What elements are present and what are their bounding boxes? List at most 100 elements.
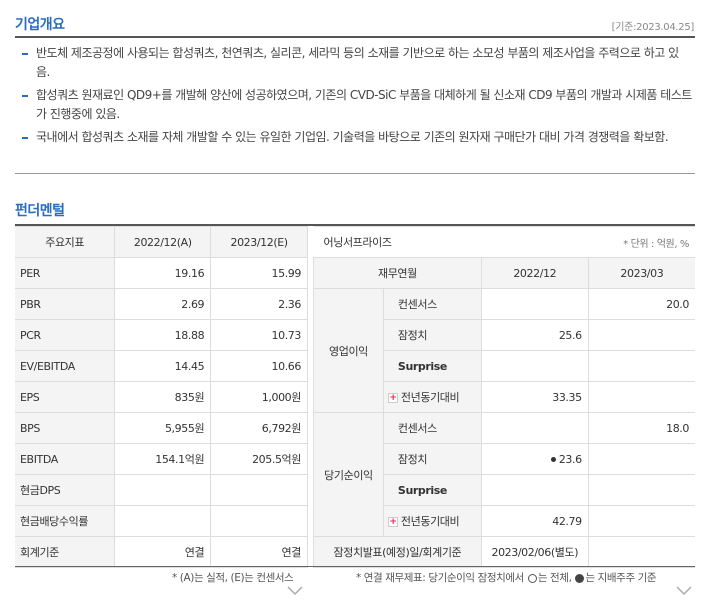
unit-label: * 단위 : 억원, % xyxy=(481,226,695,258)
cell-2022: 5,955원 xyxy=(114,412,212,444)
table-row: 잠정치발표(예정)일/회계기준 2023/02/06(별도) xyxy=(313,536,695,568)
row-label: EPS xyxy=(15,381,116,413)
cell-2023: 15.99 xyxy=(210,257,308,289)
row-label: 컨센서스 xyxy=(382,288,482,320)
table-row: EBITDA 154.1억원 205.5억원 xyxy=(15,443,308,475)
col-header-indicator: 주요지표 xyxy=(15,226,116,258)
cell-2023-03 xyxy=(587,505,695,537)
filled-dot-icon xyxy=(550,457,556,462)
cell-2022-12 xyxy=(480,350,589,382)
col-header-2023: 2023/12(E) xyxy=(210,226,308,258)
table-row: 현금DPS xyxy=(15,474,308,506)
cell-2023: 2.36 xyxy=(210,288,308,320)
earnings-surprise-title: 어닝서프라이즈 xyxy=(313,226,482,258)
cell-2022 xyxy=(114,474,212,506)
cell-2022: 19.16 xyxy=(114,257,212,289)
announce-date-label: 잠정치발표(예정)일/회계기준 xyxy=(313,536,482,568)
fundamental-title: 펀더멘털 xyxy=(15,203,65,219)
row-label: Surprise xyxy=(382,474,482,506)
table-row: PCR 18.88 10.73 xyxy=(15,319,308,351)
cell-2023: 205.5억원 xyxy=(210,443,308,475)
cell-2023-03 xyxy=(587,350,695,382)
cell-2022: 14.45 xyxy=(114,350,212,382)
cell-2023: 10.66 xyxy=(210,350,308,382)
cell-2023-03 xyxy=(587,474,695,506)
table-row: PBR 2.69 2.36 xyxy=(15,288,308,320)
cell-2023-03: 18.0 xyxy=(587,412,695,444)
cell-2022-12 xyxy=(480,474,589,506)
row-label: BPS xyxy=(15,412,116,444)
row-label: 잠정치 xyxy=(382,319,482,351)
col-header-2023-03: 2023/03 xyxy=(587,257,695,289)
row-label: 컨센서스 xyxy=(382,412,482,444)
row-label: 회계기준 xyxy=(15,536,116,568)
surprise-note: * 연결 재무제표: 당기순이익 잠정치에서 는 전체, 는 지배주주 기준 xyxy=(356,570,657,585)
group-operating-profit: 영업이익 xyxy=(313,288,384,413)
row-label: 전년동기대비 xyxy=(400,515,460,528)
overview-top-rule xyxy=(15,36,695,38)
col-header-2022: 2022/12(A) xyxy=(114,226,212,258)
cell-2022: 154.1억원 xyxy=(114,443,212,475)
table-row: EV/EBITDA 14.45 10.66 xyxy=(15,350,308,382)
cell-2023-03 xyxy=(587,443,695,475)
cell-2022: 18.88 xyxy=(114,319,212,351)
fundamental-bottom-rule xyxy=(15,566,695,567)
cell-2023 xyxy=(210,474,308,506)
cell-2022-12 xyxy=(480,412,589,444)
fundamental-table: 주요지표 2022/12(A) 2023/12(E) PER 19.16 15.99… xyxy=(15,226,308,568)
table-row: 영업이익 컨센서스 20.0 xyxy=(313,288,695,413)
cell-2022: 연결 xyxy=(114,536,212,568)
col-header-period: 재무연월 xyxy=(313,257,482,289)
cell-2022: 835원 xyxy=(114,381,212,413)
cell-2023: 연결 xyxy=(210,536,308,568)
row-label: PCR xyxy=(15,319,116,351)
row-label: 현금DPS xyxy=(15,474,116,506)
announce-date-value: 2023/02/06(별도) xyxy=(480,536,589,568)
open-circle-icon xyxy=(527,573,537,583)
overview-title: 기업개요 xyxy=(15,17,65,33)
surprise-note-part: * 연결 재무제표: 당기순이익 잠정치에서 xyxy=(356,572,524,584)
row-label: PER xyxy=(15,257,116,289)
cell-2022-12: 42.79 xyxy=(480,505,589,537)
earnings-surprise-table: 어닝서프라이즈 * 단위 : 억원, % 재무연월 2022/12 2023/0… xyxy=(313,226,695,568)
cell-2022-12: 23.6 xyxy=(558,452,582,466)
chevron-down-icon[interactable] xyxy=(676,586,692,596)
row-label: 전년동기대비 xyxy=(400,391,460,404)
cell-2023 xyxy=(210,505,308,537)
cell-2023-03 xyxy=(587,319,695,351)
cell-2022-12: 33.35 xyxy=(480,381,589,413)
cell-2023: 6,792원 xyxy=(210,412,308,444)
surprise-note-part: 는 지배주주 기준 xyxy=(585,572,657,584)
overview-bullets: 반도체 제조공정에 사용되는 합성쿼츠, 천연쿼츠, 실리콘, 세라믹 등의 소… xyxy=(20,44,692,151)
table-row: 현금배당수익률 xyxy=(15,505,308,537)
expand-plus-icon[interactable]: + xyxy=(387,517,398,527)
row-label: EV/EBITDA xyxy=(15,350,116,382)
cell-2022-12 xyxy=(480,288,589,320)
table-row: 당기순이익 컨센서스 18.0 xyxy=(313,412,695,537)
cell-2023-03: 20.0 xyxy=(587,288,695,320)
group-net-income: 당기순이익 xyxy=(313,412,384,537)
row-label: 현금배당수익률 xyxy=(15,505,116,537)
fundamental-note: * (A)는 실적, (E)는 컨센서스 xyxy=(172,572,294,584)
table-row: BPS 5,955원 6,792원 xyxy=(15,412,308,444)
row-label: 잠정치 xyxy=(382,443,482,475)
row-label: EBITDA xyxy=(15,443,116,475)
cell-2022: 2.69 xyxy=(114,288,212,320)
table-row: EPS 835원 1,000원 xyxy=(15,381,308,413)
cell-2022 xyxy=(114,505,212,537)
cell-2023: 10.73 xyxy=(210,319,308,351)
surprise-note-part: 는 전체, xyxy=(537,572,572,584)
overview-bottom-rule xyxy=(15,173,695,174)
row-label: Surprise xyxy=(382,350,482,382)
expand-plus-icon[interactable]: + xyxy=(387,393,398,403)
overview-bullet: 반도체 제조공정에 사용되는 합성쿼츠, 천연쿼츠, 실리콘, 세라믹 등의 소… xyxy=(20,44,692,82)
reference-date: [기준:2023.04.25] xyxy=(611,22,695,33)
table-row: PER 19.16 15.99 xyxy=(15,257,308,289)
cell-2023: 1,000원 xyxy=(210,381,308,413)
overview-bullet: 국내에서 합성쿼츠 소재를 자체 개발할 수 있는 유일한 기업임. 기술력을 … xyxy=(20,128,692,147)
col-header-2022-12: 2022/12 xyxy=(480,257,589,289)
cell-2023-03 xyxy=(587,381,695,413)
row-label: PBR xyxy=(15,288,116,320)
table-row: 회계기준 연결 연결 xyxy=(15,536,308,568)
chevron-down-icon[interactable] xyxy=(287,586,303,596)
